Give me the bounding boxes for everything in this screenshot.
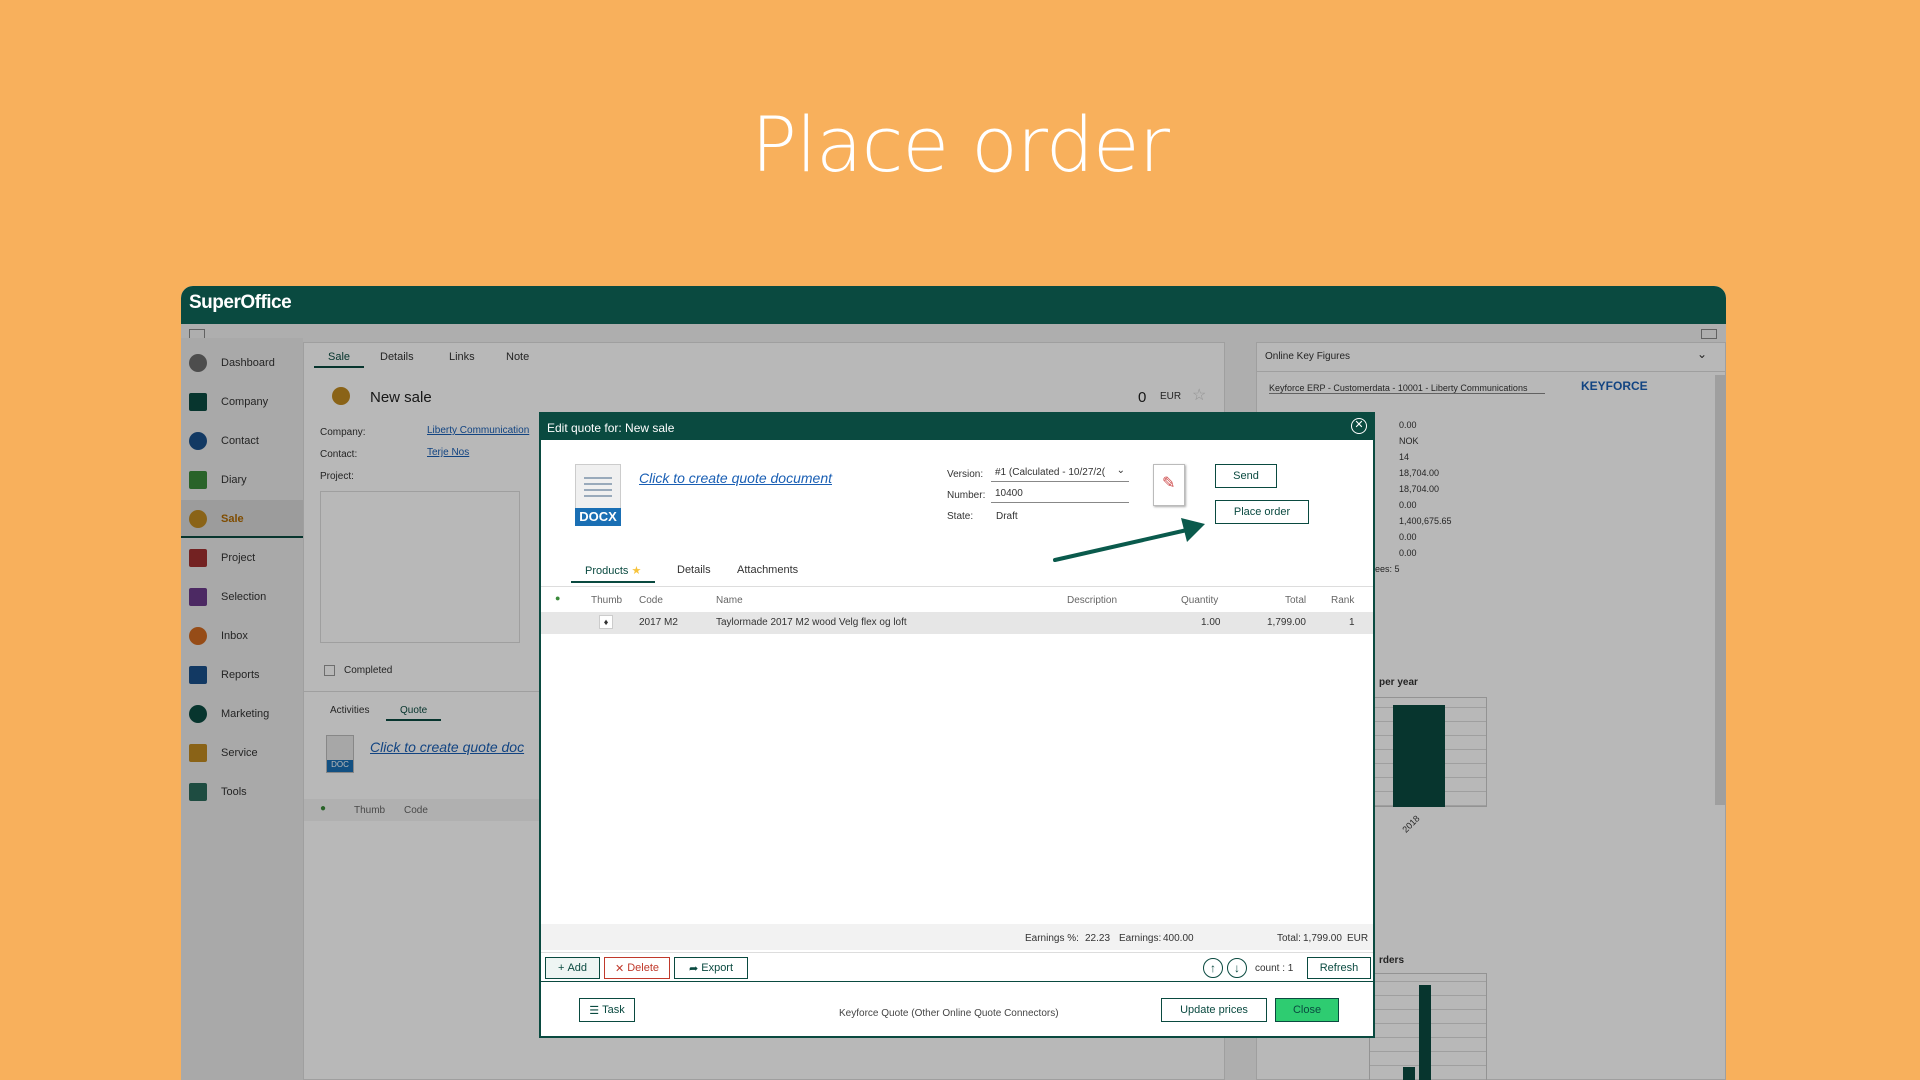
move-up-icon[interactable]: ↑ bbox=[1203, 958, 1223, 978]
row-code: 2017 M2 bbox=[639, 617, 678, 628]
export-button[interactable]: ➦ Export bbox=[674, 957, 748, 979]
superoffice-logo: SuperOffice bbox=[189, 292, 292, 313]
products-grid-header: ● Thumb Code Name Description Quantity T… bbox=[541, 590, 1373, 610]
earnings-value: 400.00 bbox=[1163, 933, 1194, 944]
arrow-icon bbox=[1053, 518, 1205, 562]
refresh-button[interactable]: Refresh bbox=[1307, 957, 1371, 979]
row-quantity: 1.00 bbox=[1201, 617, 1221, 628]
col-name[interactable]: Name bbox=[716, 595, 743, 606]
state-label: State: bbox=[947, 511, 974, 522]
tab-attachments[interactable]: Attachments bbox=[737, 564, 798, 576]
total-currency: EUR bbox=[1347, 933, 1369, 944]
create-quote-document-link[interactable]: Click to create quote document bbox=[639, 470, 832, 486]
col-thumb[interactable]: Thumb bbox=[591, 595, 622, 606]
docx-file-icon: DOCX bbox=[575, 464, 621, 526]
earnings-pct-label: Earnings %: bbox=[1025, 933, 1079, 944]
row-total: 1,799.00 bbox=[1267, 617, 1306, 628]
task-button[interactable]: ☰ Task bbox=[579, 998, 635, 1022]
number-input[interactable]: 10400 bbox=[991, 487, 1129, 503]
number-label: Number: bbox=[947, 490, 986, 501]
col-rank[interactable]: Rank bbox=[1331, 595, 1354, 606]
update-prices-button[interactable]: Update prices bbox=[1161, 998, 1267, 1022]
row-name: Taylormade 2017 M2 wood Velg flex og lof… bbox=[716, 617, 907, 628]
earnings-pct: 22.23 bbox=[1085, 933, 1111, 944]
top-bar: SuperOffice bbox=[181, 286, 1726, 324]
connector-text: Keyforce Quote (Other Online Quote Conne… bbox=[839, 1008, 1059, 1019]
plus-icon: + bbox=[557, 962, 565, 974]
col-quantity[interactable]: Quantity bbox=[1181, 595, 1218, 606]
dialog-title: Edit quote for: New sale bbox=[547, 421, 675, 435]
star-icon: ★ bbox=[631, 565, 642, 577]
move-down-icon[interactable]: ↓ bbox=[1227, 958, 1247, 978]
quote-document-icon: ✎ bbox=[1153, 464, 1185, 506]
list-icon: ☰ bbox=[589, 1004, 600, 1017]
number-value: 10400 bbox=[995, 488, 1023, 499]
grid-toolbar: + Add ✕ Delete ➦ Export ↑ ↓ count : 1 Re… bbox=[541, 952, 1373, 982]
product-thumb-icon: ♦ bbox=[599, 615, 613, 629]
tabs-divider bbox=[541, 586, 1373, 587]
col-code[interactable]: Code bbox=[639, 595, 663, 606]
pen-icon: ✎ bbox=[1162, 475, 1176, 492]
version-select[interactable]: #1 (Calculated - 10/27/2( ⌄ bbox=[991, 465, 1129, 482]
x-icon: ✕ bbox=[614, 962, 625, 975]
total-value: 1,799.00 bbox=[1303, 933, 1342, 944]
doc-lines bbox=[584, 477, 612, 497]
export-icon: ➦ bbox=[688, 962, 699, 975]
close-button[interactable]: Close bbox=[1275, 998, 1339, 1022]
earnings-label: Earnings: bbox=[1119, 933, 1162, 944]
version-value: #1 (Calculated - 10/27/2( bbox=[995, 467, 1106, 478]
edit-quote-dialog: Edit quote for: New sale ✕ DOCX Click to… bbox=[539, 412, 1375, 1038]
total-label: Total: bbox=[1277, 933, 1301, 944]
send-button[interactable]: Send bbox=[1215, 464, 1277, 488]
chevron-down-icon: ⌄ bbox=[1116, 465, 1125, 476]
state-value: Draft bbox=[996, 511, 1018, 522]
tab-quote-details[interactable]: Details bbox=[677, 564, 711, 576]
dialog-title-bar: Edit quote for: New sale ✕ bbox=[541, 414, 1373, 440]
row-rank: 1 bbox=[1349, 617, 1355, 628]
place-order-button[interactable]: Place order bbox=[1215, 500, 1309, 524]
tab-products[interactable]: Products ★ bbox=[571, 564, 656, 583]
close-icon[interactable]: ✕ bbox=[1351, 418, 1367, 434]
version-label: Version: bbox=[947, 469, 984, 480]
row-count: count : 1 bbox=[1255, 963, 1294, 974]
table-row[interactable]: ♦ 2017 M2 Taylormade 2017 M2 wood Velg f… bbox=[541, 612, 1373, 634]
col-description[interactable]: Description bbox=[1067, 595, 1117, 606]
summary-bar: Earnings %: 22.23 Earnings: 400.00 Total… bbox=[541, 924, 1373, 950]
col-total[interactable]: Total bbox=[1285, 595, 1306, 606]
quote-tabs: Products ★ Details Attachments bbox=[571, 564, 831, 586]
add-button[interactable]: + Add bbox=[545, 957, 600, 979]
delete-button[interactable]: ✕ Delete bbox=[604, 957, 670, 979]
docx-badge: DOCX bbox=[575, 508, 621, 526]
page-headline: Place order bbox=[751, 100, 1170, 189]
info-icon: ● bbox=[555, 593, 561, 603]
